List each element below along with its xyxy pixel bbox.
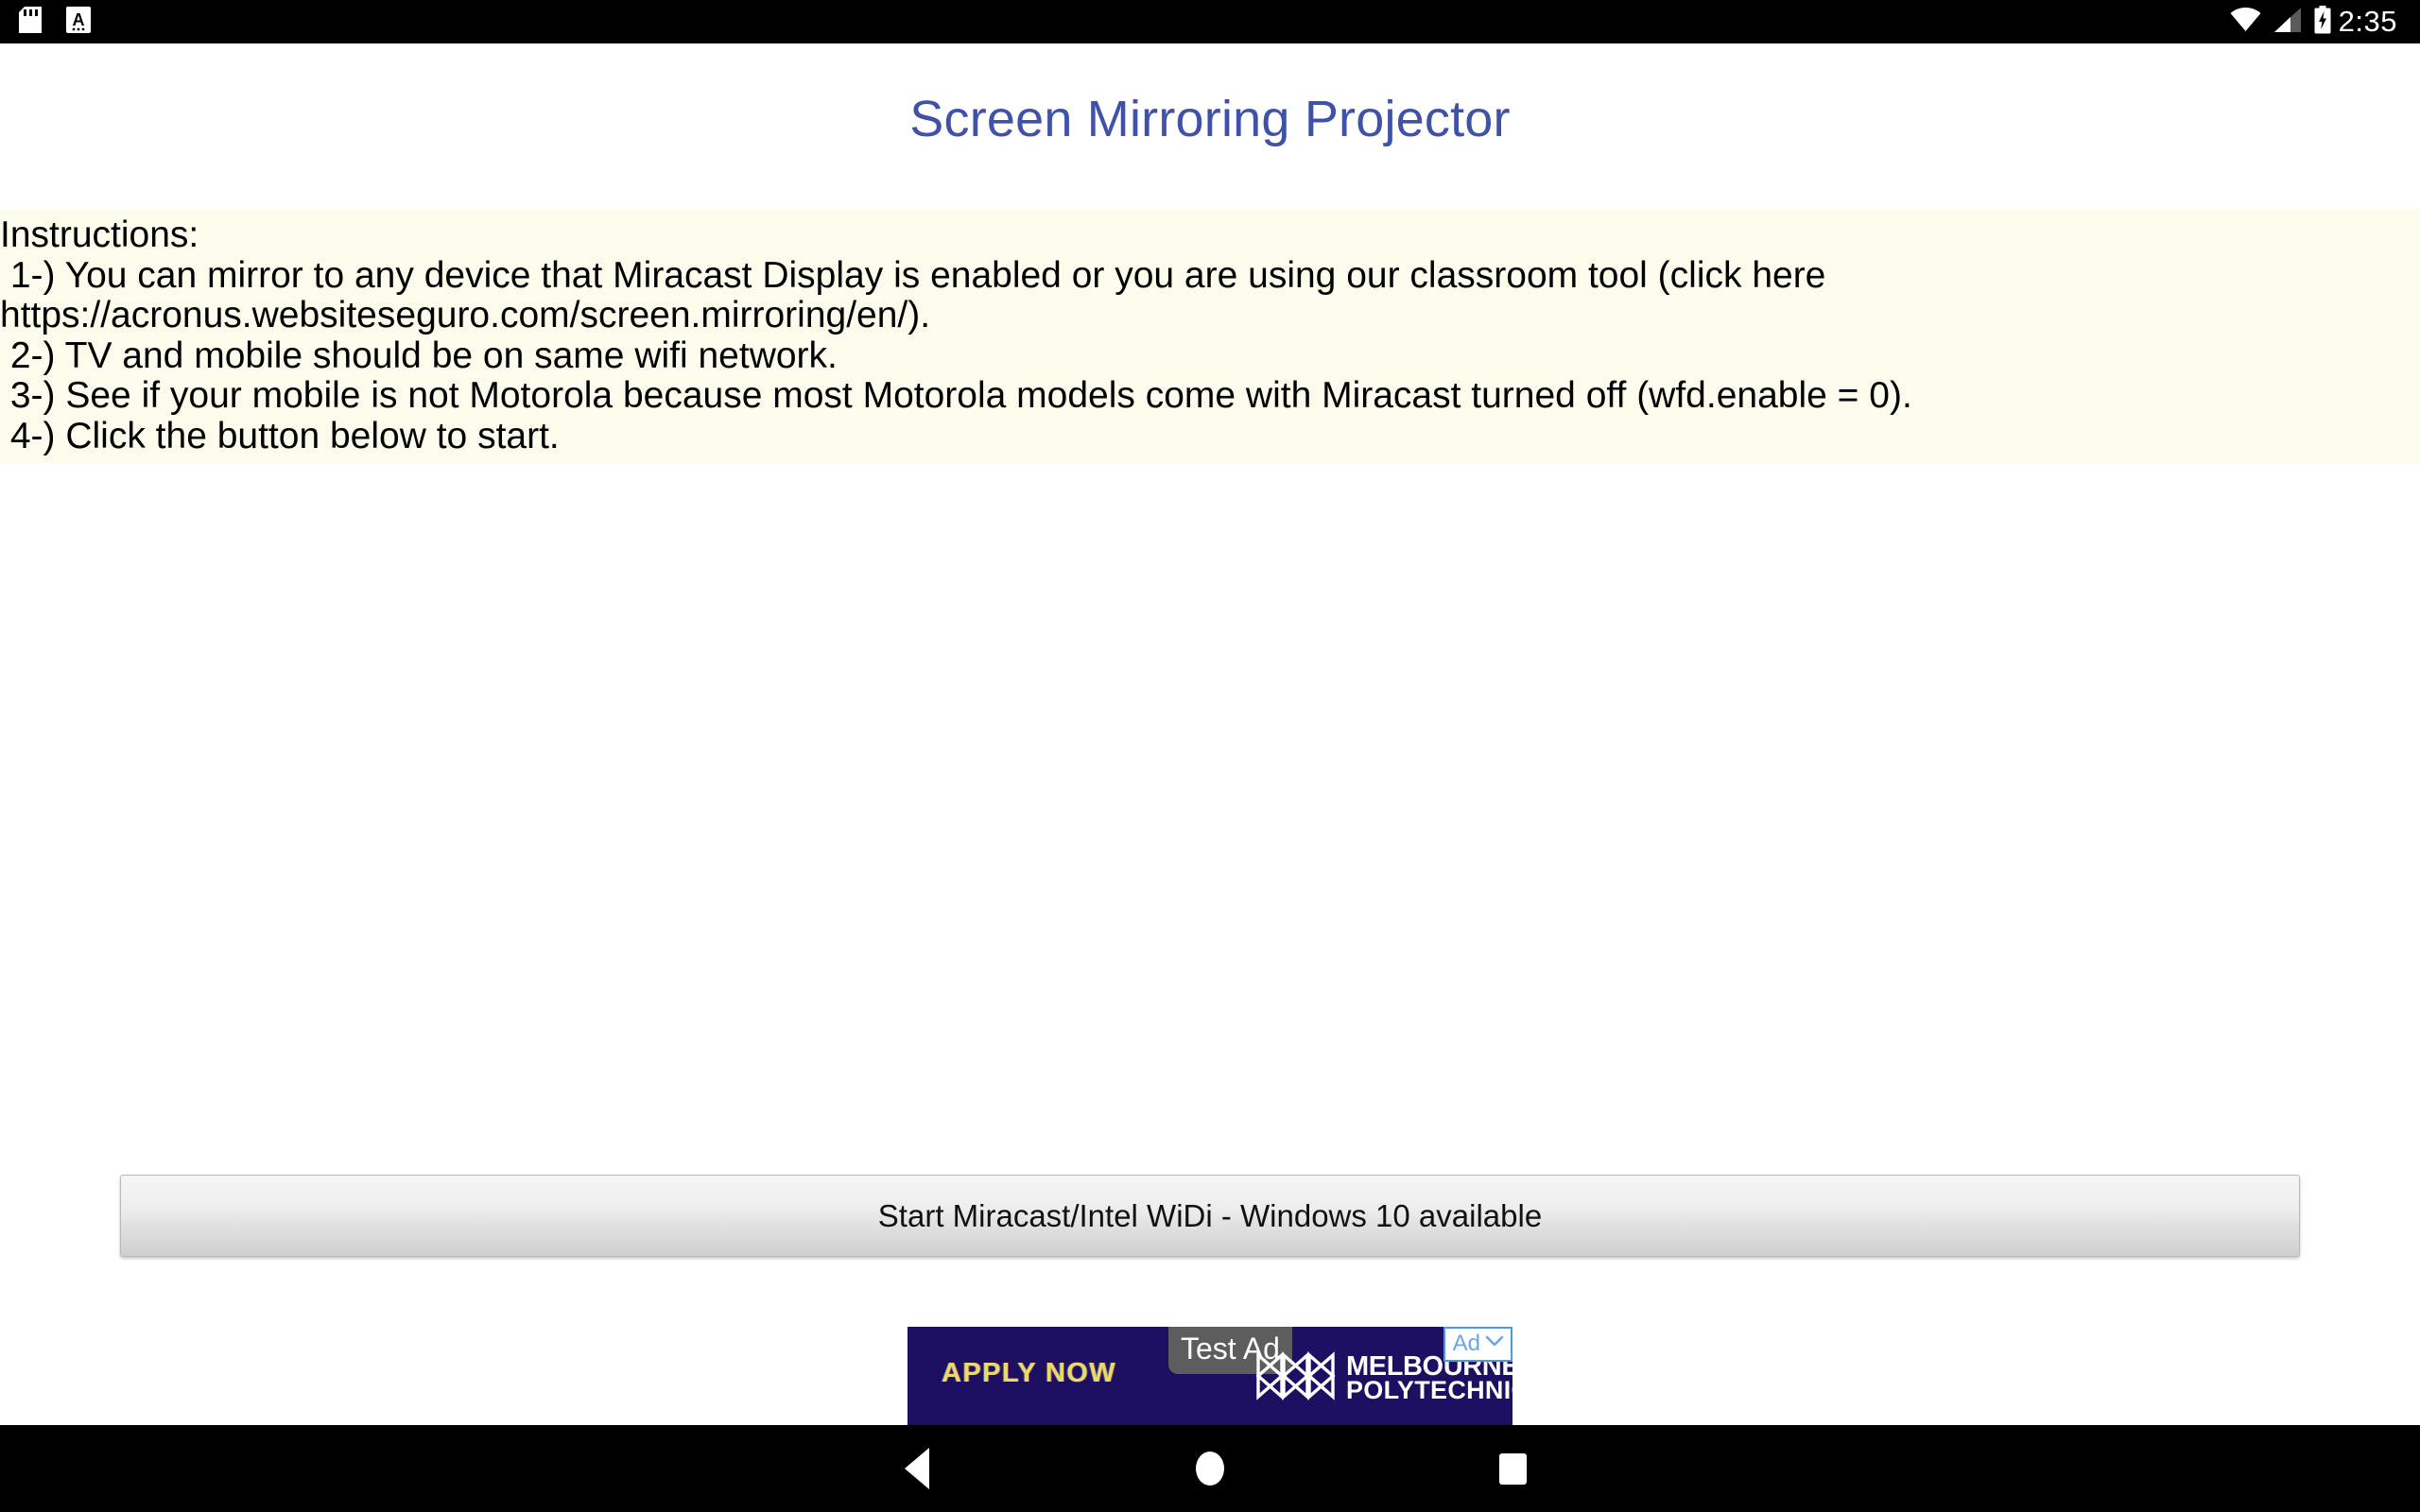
page-title: Screen Mirroring Projector	[909, 91, 1511, 147]
a-font-icon: A	[66, 6, 91, 38]
svg-text:A: A	[73, 10, 85, 29]
battery-charging-icon	[2314, 5, 2331, 39]
melbourne-polytechnic-logo-icon	[1255, 1351, 1336, 1405]
back-button[interactable]	[841, 1425, 993, 1512]
navigation-bar	[0, 1425, 2420, 1512]
status-bar[interactable]: A 2:35	[0, 0, 2420, 43]
home-icon	[1196, 1452, 1224, 1486]
status-bar-left-icons: A	[19, 6, 91, 38]
instruction-line-1: 1-) You can mirror to any device that Mi…	[0, 254, 1826, 296]
status-bar-right-icons	[2230, 5, 2331, 39]
chevron-down-icon	[1485, 1335, 1504, 1352]
sd-card-icon	[19, 6, 42, 38]
instructions-panel: Instructions: 1-) You can mirror to any …	[0, 210, 2420, 464]
cell-signal-icon	[2273, 7, 2301, 37]
recents-button[interactable]	[1437, 1425, 1588, 1512]
home-button[interactable]	[1134, 1425, 1286, 1512]
ad-choices-badge[interactable]: Ad	[1443, 1327, 1512, 1362]
status-bar-clock: 2:35	[2338, 5, 2397, 38]
ad-cta-text: APPLY NOW	[942, 1358, 1117, 1388]
advertiser-name-line2: POLYTECHNIC	[1346, 1376, 1512, 1405]
back-icon	[905, 1448, 929, 1489]
ad-choices-label: Ad	[1452, 1331, 1480, 1356]
instruction-line-2: 2-) TV and mobile should be on same wifi…	[0, 335, 838, 376]
instruction-line-4: 4-) Click the button below to start.	[0, 415, 560, 456]
instruction-line-1-url[interactable]: https://acronus.websiteseguro.com/screen…	[0, 295, 2420, 336]
instruction-line-3: 3-) See if your mobile is not Motorola b…	[0, 375, 1912, 416]
recents-icon	[1498, 1452, 1527, 1485]
instructions-heading: Instructions:	[0, 215, 199, 255]
start-miracast-button[interactable]: Start Miracast/Intel WiDi - Windows 10 a…	[120, 1175, 2300, 1257]
wifi-icon	[2230, 7, 2261, 37]
ad-banner[interactable]: APPLY NOW Test Ad MELBOURNE POLYTECHNIC …	[908, 1327, 1512, 1425]
